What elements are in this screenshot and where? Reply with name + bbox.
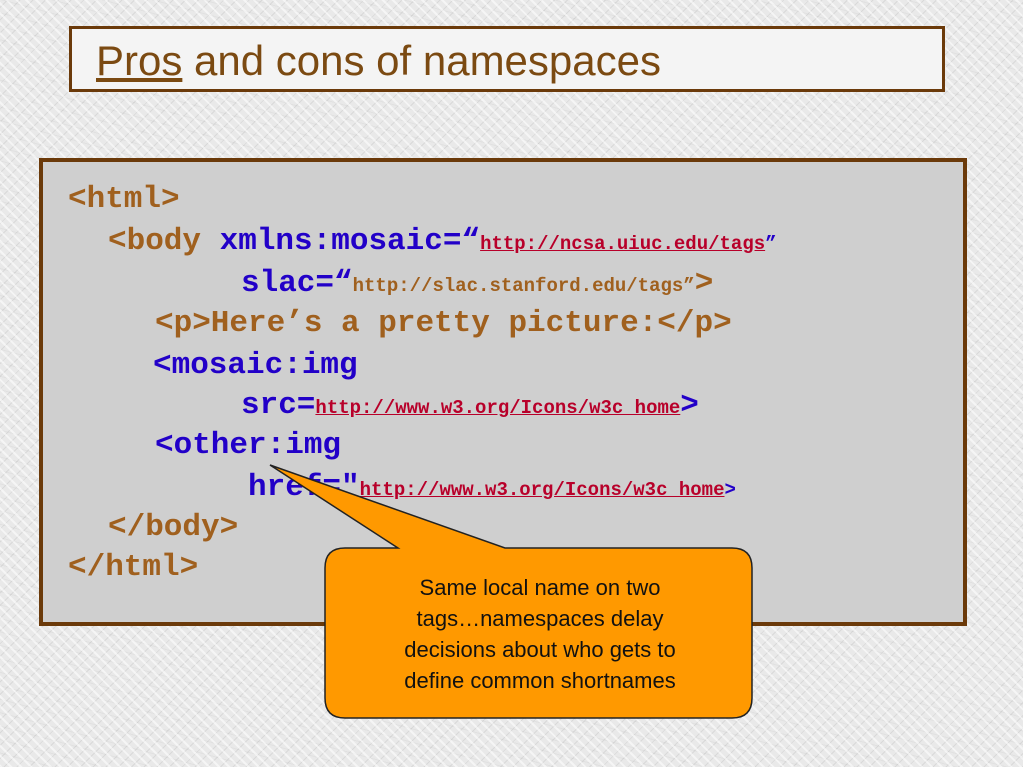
callout-line: tags…namespaces delay [416, 606, 664, 631]
callout-line: Same local name on two [419, 575, 661, 600]
callout-text: Same local name on two tags…namespaces d… [330, 572, 750, 696]
callout-line: define common shortnames [404, 668, 676, 693]
callout-line: decisions about who gets to [404, 637, 676, 662]
